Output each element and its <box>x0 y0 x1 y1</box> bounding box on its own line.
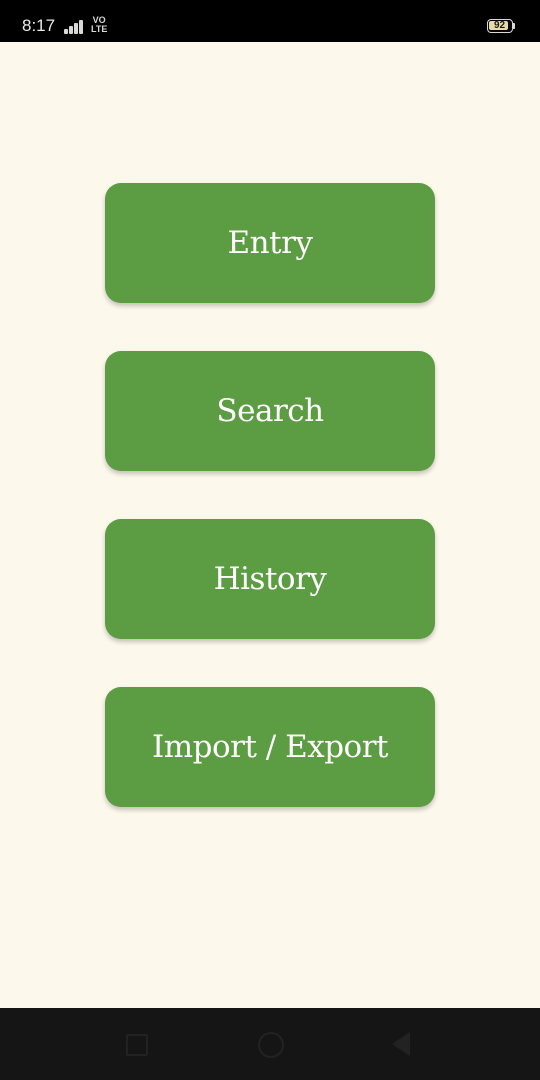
search-button[interactable]: Search <box>105 351 435 471</box>
back-icon[interactable] <box>392 1032 410 1056</box>
battery-level: 92 <box>493 20 506 31</box>
recent-apps-icon[interactable] <box>126 1034 148 1056</box>
volte-indicator: VO LTE <box>91 16 107 34</box>
signal-icon <box>64 18 88 34</box>
history-button[interactable]: History <box>105 519 435 639</box>
battery-icon: 92 <box>487 19 513 33</box>
entry-button[interactable]: Entry <box>105 183 435 303</box>
import-export-button[interactable]: Import / Export <box>105 687 435 807</box>
volte-line2: LTE <box>91 24 108 34</box>
status-time: 8:17 <box>22 16 56 35</box>
main-menu: Entry Search History Import / Export <box>105 183 435 855</box>
navigation-bar <box>0 1008 540 1080</box>
status-bar: 8:17 VO LTE 92 <box>0 0 540 42</box>
home-icon[interactable] <box>258 1032 284 1058</box>
battery-tip <box>513 23 515 29</box>
